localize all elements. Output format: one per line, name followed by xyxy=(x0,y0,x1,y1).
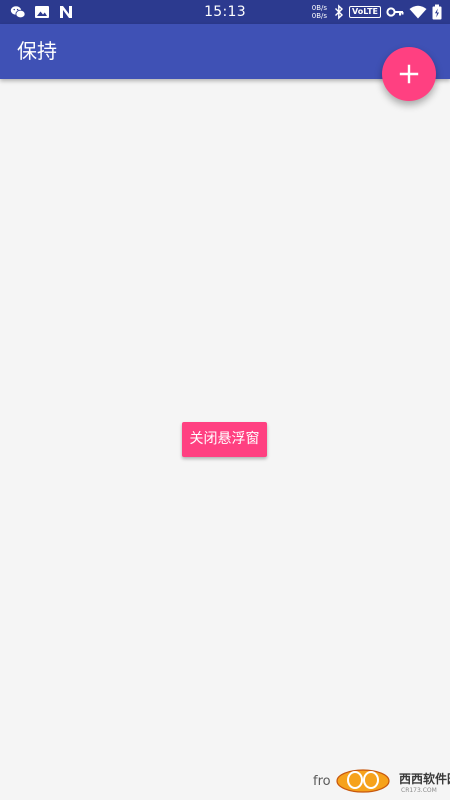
page-title: 保持 xyxy=(17,39,57,63)
net-speed-up: 0B/s xyxy=(311,4,328,12)
status-indicators: 0B/s 0B/s VoLTE xyxy=(312,3,442,21)
add-button[interactable] xyxy=(382,47,436,101)
plus-icon xyxy=(399,64,419,84)
watermark: fro 西西软件园 CR173.COM xyxy=(313,768,450,794)
net-speed-down: 0B/s xyxy=(311,12,328,20)
key-icon xyxy=(386,7,404,17)
volte-badge: VoLTE xyxy=(349,6,381,18)
site-logo: 西西软件园 CR173.COM xyxy=(335,769,450,794)
battery-icon xyxy=(432,4,442,20)
network-speed: 0B/s 0B/s xyxy=(312,4,327,20)
watermark-logo-text: 西西软件园 xyxy=(399,771,450,786)
close-floating-window-button[interactable]: 关闭悬浮窗 xyxy=(182,422,267,457)
status-bar: 15:13 0B/s 0B/s VoLTE xyxy=(0,0,450,24)
watermark-logo-sub: CR173.COM xyxy=(401,787,437,794)
wifi-icon xyxy=(409,5,427,19)
bluetooth-icon xyxy=(335,4,344,20)
watermark-prefix: fro xyxy=(313,773,331,789)
